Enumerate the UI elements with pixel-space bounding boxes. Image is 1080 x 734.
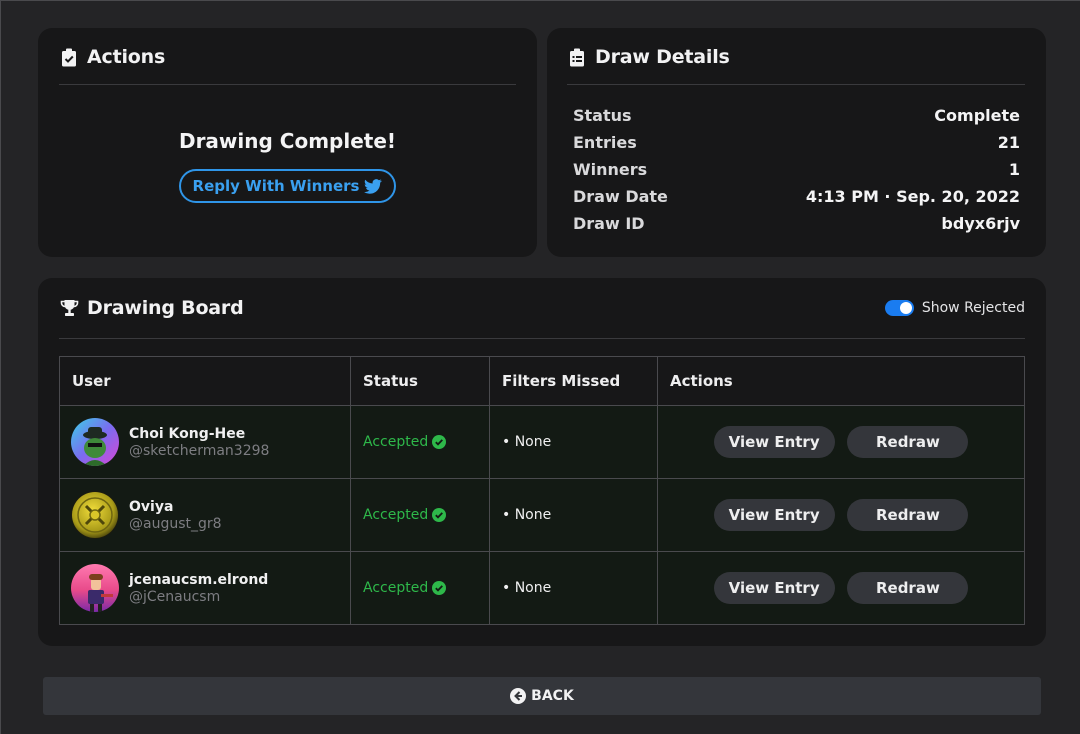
details-title-text: Draw Details <box>595 46 730 68</box>
divider <box>59 84 516 85</box>
avatar[interactable] <box>71 418 119 466</box>
back-button[interactable]: BACK <box>43 677 1041 715</box>
actions-title: Actions <box>59 46 165 68</box>
actions-cell: View Entry Redraw <box>657 551 1025 625</box>
detail-value: 21 <box>997 133 1020 152</box>
detail-label: Winners <box>573 160 648 179</box>
detail-row-draw-id: Draw ID bdyx6rjv <box>573 210 1020 237</box>
user-cell: Oviya @august_gr8 <box>59 478 351 552</box>
status-cell: Accepted <box>350 405 490 479</box>
avatar[interactable] <box>71 564 119 612</box>
user-name: jcenaucsm.elrond <box>129 571 269 588</box>
detail-row-draw-date: Draw Date 4:13 PM · Sep. 20, 2022 <box>573 183 1020 210</box>
status-text: Accepted <box>363 580 429 596</box>
filters-missed: • None <box>502 580 552 596</box>
detail-row-status: Status Complete <box>573 102 1020 129</box>
filters-missed: • None <box>502 507 552 523</box>
avatar[interactable] <box>71 491 119 539</box>
toggle-knob <box>899 302 912 314</box>
user-cell: jcenaucsm.elrond @jCenaucsm <box>59 551 351 625</box>
detail-row-winners: Winners 1 <box>573 156 1020 183</box>
reply-with-winners-button[interactable]: Reply With Winners <box>179 169 396 203</box>
details-title: Draw Details <box>567 46 730 68</box>
user-name: Choi Kong-Hee <box>129 425 246 442</box>
view-entry-button[interactable]: View Entry <box>713 426 835 458</box>
check-circle-icon <box>432 508 447 522</box>
status-text: Accepted <box>363 507 429 523</box>
show-rejected-toggle-wrap: Show Rejected <box>884 300 1025 316</box>
redraw-button[interactable]: Redraw <box>847 572 969 604</box>
user-cell: Choi Kong-Hee @sketcherman3298 <box>59 405 351 479</box>
actions-title-text: Actions <box>87 46 166 68</box>
detail-label: Draw ID <box>573 214 645 233</box>
twitter-icon <box>364 178 383 194</box>
table-row: Choi Kong-Hee @sketcherman3298 Accepted … <box>59 405 1025 479</box>
board-title-text: Drawing Board <box>87 297 244 319</box>
user-handle[interactable]: @sketcherman3298 <box>129 443 269 459</box>
drawing-board-card: Drawing Board Show Rejected User Status … <box>38 278 1046 646</box>
view-entry-button[interactable]: View Entry <box>713 499 835 531</box>
user-handle[interactable]: @august_gr8 <box>129 516 222 532</box>
filters-cell: • None <box>489 478 658 552</box>
detail-value: Complete <box>934 106 1020 125</box>
trophy-icon <box>59 298 79 318</box>
filters-cell: • None <box>489 405 658 479</box>
clipboard-list-icon <box>567 47 587 67</box>
user-name: Oviya <box>129 498 174 515</box>
actions-cell: View Entry Redraw <box>657 405 1025 479</box>
table-row: jcenaucsm.elrond @jCenaucsm Accepted • N… <box>59 551 1025 625</box>
column-header-user: User <box>59 356 351 406</box>
detail-label: Draw Date <box>573 187 668 206</box>
arrow-circle-left-icon <box>510 688 527 704</box>
detail-row-entries: Entries 21 <box>573 129 1020 156</box>
draw-details-card: Draw Details Status Complete Entries 21 … <box>547 28 1046 257</box>
divider <box>59 338 1025 339</box>
board-title: Drawing Board <box>59 297 244 319</box>
column-header-actions: Actions <box>657 356 1025 406</box>
complete-message: Drawing Complete! <box>178 129 397 153</box>
detail-value: bdyx6rjv <box>941 214 1020 233</box>
filters-cell: • None <box>489 551 658 625</box>
clipboard-check-icon <box>59 47 79 67</box>
actions-cell: View Entry Redraw <box>657 478 1025 552</box>
detail-label: Entries <box>573 133 637 152</box>
status-text: Accepted <box>363 434 429 450</box>
user-handle[interactable]: @jCenaucsm <box>129 589 268 605</box>
redraw-button[interactable]: Redraw <box>847 499 969 531</box>
redraw-button[interactable]: Redraw <box>847 426 969 458</box>
show-rejected-toggle[interactable] <box>884 300 914 316</box>
entries-table: User Status Filters Missed Actions Choi … <box>59 356 1025 625</box>
actions-card: Actions Drawing Complete! Reply With Win… <box>38 28 537 257</box>
column-header-status: Status <box>350 356 490 406</box>
detail-value: 4:13 PM · Sep. 20, 2022 <box>805 187 1020 206</box>
reply-button-label: Reply With Winners <box>192 177 360 195</box>
show-rejected-label: Show Rejected <box>921 300 1025 316</box>
detail-label: Status <box>573 106 632 125</box>
status-cell: Accepted <box>350 551 490 625</box>
back-button-label: BACK <box>531 688 574 704</box>
detail-value: 1 <box>1008 160 1020 179</box>
table-header-row: User Status Filters Missed Actions <box>59 356 1025 406</box>
divider <box>567 84 1025 85</box>
filters-missed: • None <box>502 434 552 450</box>
check-circle-icon <box>432 581 447 595</box>
status-cell: Accepted <box>350 478 490 552</box>
column-header-filters: Filters Missed <box>489 356 658 406</box>
check-circle-icon <box>432 435 447 449</box>
view-entry-button[interactable]: View Entry <box>713 572 835 604</box>
table-row: Oviya @august_gr8 Accepted • None View E… <box>59 478 1025 552</box>
